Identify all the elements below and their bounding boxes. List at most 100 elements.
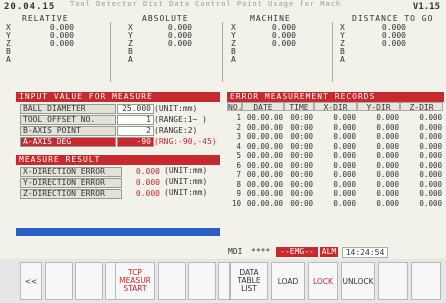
cnc-screen: Tool Detector Dist Data Control Point Us… xyxy=(0,0,446,258)
softkey-data-table-list[interactable]: DATA TABLE LIST xyxy=(230,262,268,300)
row-date: 00.00.00 xyxy=(246,160,283,170)
softkey-load[interactable]: LOAD xyxy=(271,262,305,300)
softkey-2[interactable] xyxy=(75,262,103,300)
x-direction-error-value: 0.000 xyxy=(135,167,160,176)
x-direction-error-label: X-DIRECTION ERROR xyxy=(20,167,122,177)
progress-bar xyxy=(16,228,220,236)
row-x-dir: 0.000 xyxy=(333,189,356,198)
row-y-dir: 0.000 xyxy=(376,160,399,170)
axis-label: A xyxy=(231,55,236,64)
row-y-dir: 0.000 xyxy=(376,170,399,179)
date-display: 20.04.15 xyxy=(4,2,56,12)
row-date: 00.00.00 xyxy=(246,198,283,208)
row-y-dir: 0.000 xyxy=(376,179,399,189)
row-y-dir: 0.000 xyxy=(376,132,399,141)
y-direction-error-value: 0.000 xyxy=(135,178,160,187)
row-x-dir: 0.000 xyxy=(333,113,356,122)
ball-diameter-unit: (UNIT:mm) xyxy=(154,104,198,113)
softkey-6[interactable] xyxy=(188,262,216,300)
row-date: 00.00.00 xyxy=(246,141,283,151)
tool-offset-field[interactable]: 1 xyxy=(117,115,154,125)
row-no: 8 xyxy=(236,179,241,189)
row-no: 4 xyxy=(236,141,241,151)
row-z-dir: 0.000 xyxy=(419,132,442,141)
axis-label: A xyxy=(6,55,11,64)
input-panel-title: INPUT VALUE FOR MEASURE xyxy=(16,92,220,102)
row-z-dir: 0.000 xyxy=(419,179,442,189)
col-header-y-dir: Y-DIR xyxy=(357,102,400,112)
row-time: 00:00 xyxy=(290,151,313,160)
row-date: 00.00.00 xyxy=(246,179,283,189)
result-panel-title: MEASURE RESULT xyxy=(16,155,220,165)
a-axis-deg-field[interactable]: -90 xyxy=(117,137,154,147)
row-no: 7 xyxy=(236,170,241,179)
column-separator xyxy=(222,22,223,82)
row-x-dir: 0.000 xyxy=(333,151,356,160)
alm-indicator: ALM xyxy=(320,247,338,257)
row-time: 00:00 xyxy=(290,189,313,198)
row-time: 00:00 xyxy=(290,122,313,132)
row-x-dir: 0.000 xyxy=(333,132,356,141)
softkey-7[interactable] xyxy=(218,262,230,300)
row-z-dir: 0.000 xyxy=(419,113,442,122)
row-no: 6 xyxy=(236,160,241,170)
softkey-5[interactable] xyxy=(158,262,186,300)
row-date: 00.00.00 xyxy=(246,170,283,179)
column-separator xyxy=(332,22,333,82)
ball-diameter-field[interactable]: 25.000 xyxy=(117,104,154,114)
b-axis-point-unit: (RANGE:2) xyxy=(154,126,198,135)
machine-z-value: 0.000 xyxy=(271,39,296,48)
row-y-dir: 0.000 xyxy=(376,198,399,208)
tool-offset-label: TOOL OFFSET NO. xyxy=(20,115,116,125)
b-axis-point-field[interactable]: 2 xyxy=(117,126,154,136)
row-no: 1 xyxy=(236,113,241,122)
row-no: 3 xyxy=(236,132,241,141)
col-header-z-dir: Z-DIR xyxy=(400,102,443,112)
x-direction-error-unit: (UNIT:mm) xyxy=(164,166,208,175)
column-separator xyxy=(110,22,111,82)
a-axis-deg-label: A-AXIS DEG xyxy=(20,137,116,147)
softkey-back[interactable]: << xyxy=(20,262,42,300)
y-direction-error-label: Y-DIRECTION ERROR xyxy=(20,178,122,188)
row-time: 00:00 xyxy=(290,113,313,122)
clock-display: 14:24:54 xyxy=(342,247,388,258)
row-y-dir: 0.000 xyxy=(376,151,399,160)
col-header-x-dir: X-DIR xyxy=(314,102,357,112)
softkey-tcp-measur-start[interactable]: TCP MEASUR START xyxy=(115,262,155,300)
row-x-dir: 0.000 xyxy=(333,160,356,170)
row-no: 9 xyxy=(236,189,241,198)
row-x-dir: 0.000 xyxy=(333,179,356,189)
top-faint-text: Tool Detector Dist Data Control Point Us… xyxy=(70,0,342,8)
z-direction-error-value: 0.000 xyxy=(135,189,160,198)
softkey-1[interactable] xyxy=(45,262,73,300)
row-x-dir: 0.000 xyxy=(333,170,356,179)
ball-diameter-label: BALL DIAMETER xyxy=(20,104,116,114)
row-date: 00.00.00 xyxy=(246,151,283,160)
row-no: 5 xyxy=(236,151,241,160)
y-direction-error-unit: (UNIT:mm) xyxy=(164,177,208,186)
row-y-dir: 0.000 xyxy=(376,141,399,151)
softkey-unlock[interactable]: UNLOCK xyxy=(341,262,375,300)
softkey-12[interactable] xyxy=(378,262,408,300)
col-header-no: NO. xyxy=(227,102,243,112)
version-display: V1.15 xyxy=(412,2,440,12)
row-date: 00.00.00 xyxy=(246,113,283,122)
axis-label: A xyxy=(128,55,133,64)
row-z-dir: 0.000 xyxy=(419,122,442,132)
emg-indicator: --EMG-- xyxy=(276,247,318,257)
row-z-dir: 0.000 xyxy=(419,141,442,151)
row-z-dir: 0.000 xyxy=(419,151,442,160)
softkey-lock[interactable]: LOCK xyxy=(308,262,338,300)
row-time: 00:00 xyxy=(290,132,313,141)
tool-offset-unit: (RANGE:1~ ) xyxy=(154,115,207,124)
status-stars: **** xyxy=(251,247,271,256)
row-date: 00.00.00 xyxy=(246,189,283,198)
z-direction-error-label: Z-DIRECTION ERROR xyxy=(20,189,122,199)
row-time: 00:00 xyxy=(290,160,313,170)
col-header-date: DATE xyxy=(242,102,284,112)
softkey-13[interactable] xyxy=(411,262,441,300)
row-z-dir: 0.000 xyxy=(419,198,442,208)
records-panel-title: ERROR MEASUREMENT RECORDS xyxy=(227,92,444,102)
row-time: 00:00 xyxy=(290,179,313,189)
row-time: 00:00 xyxy=(290,141,313,151)
